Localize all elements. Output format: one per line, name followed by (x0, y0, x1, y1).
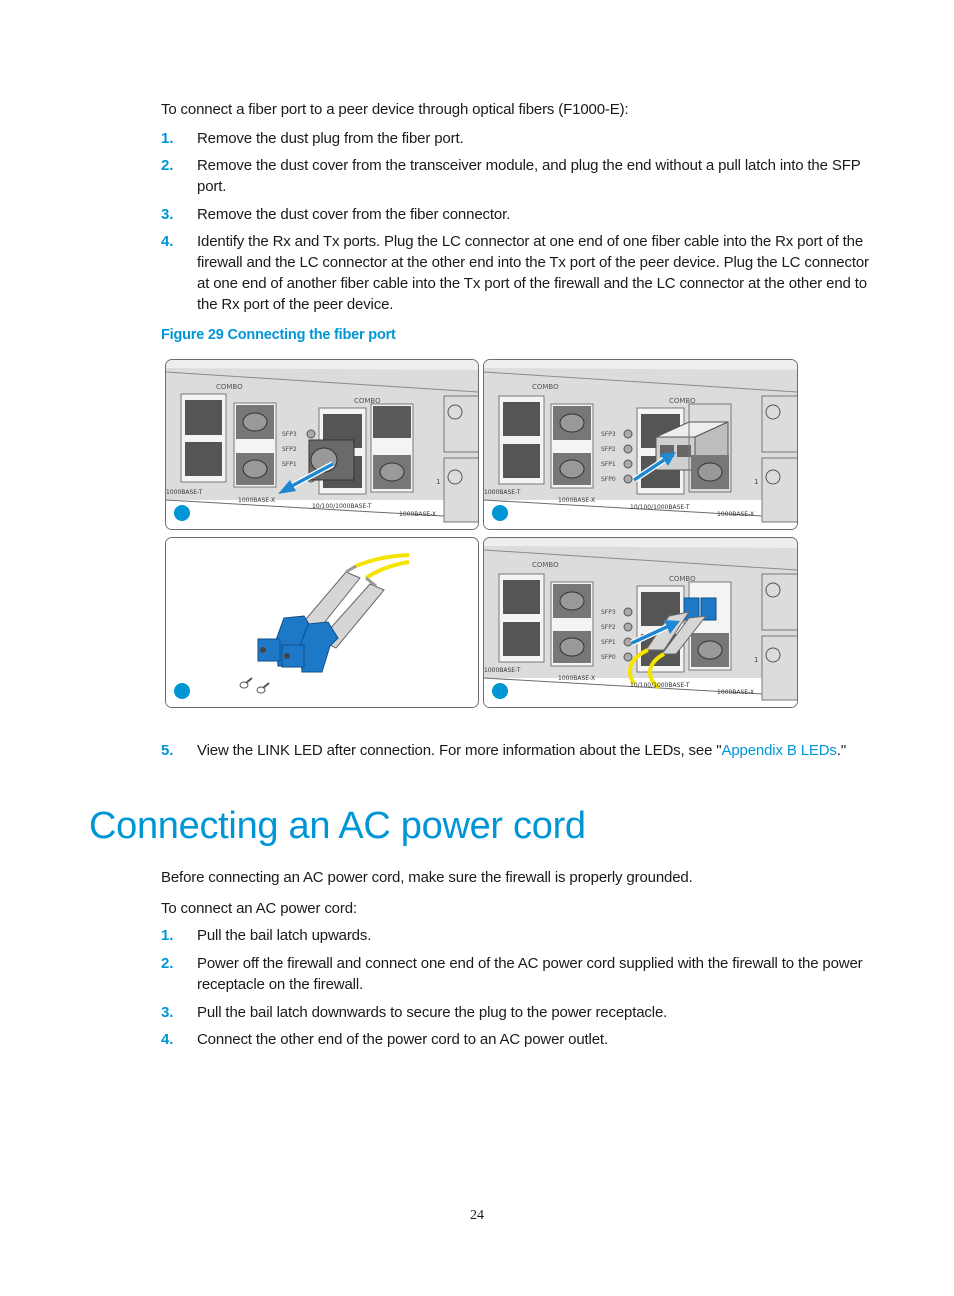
port-type-label: 1000BASE-X (717, 689, 754, 696)
step-number: 2. (161, 955, 174, 972)
step-number: 4. (161, 1031, 174, 1048)
step-text: Remove the dust cover from the transceiv… (197, 157, 861, 195)
sfp3-label: SFP3 (601, 431, 616, 438)
step-number: 2. (161, 157, 174, 174)
port-type-label: 1000BASE-T (484, 489, 521, 496)
step-text: Remove the dust cover from the fiber con… (197, 206, 511, 223)
page-number: 24 (470, 1208, 484, 1223)
combo-label: COMBO (216, 383, 243, 391)
port-type-label: 1000BASE-X (558, 497, 595, 504)
step-text-before: View the LINK LED after connection. For … (197, 742, 722, 759)
power-step-3: 3. Pull the bail latch downwards to secu… (161, 1002, 871, 1023)
step-number: 3. (161, 206, 174, 223)
step-marker (174, 683, 190, 699)
step-marker (492, 683, 508, 699)
step-text: Power off the firewall and connect one e… (197, 955, 863, 993)
step-text: View the LINK LED after connection. For … (197, 740, 871, 761)
fiber-step-4: 4. Identify the Rx and Tx ports. Plug th… (161, 231, 871, 315)
port-type-label: 10/100/1000BASE-T (630, 504, 690, 511)
device-illustration: COMBO COMBO SFP3 SFP2 SFP1 SFP0 1 1000BA… (484, 360, 797, 529)
port-type-label: 1000BASE-X (399, 511, 436, 518)
sfp0-label: SFP0 (601, 654, 616, 661)
intro-paragraph: To connect a fiber port to a peer device… (161, 101, 629, 118)
step-text: Pull the bail latch downwards to secure … (197, 1004, 668, 1021)
power-step-2: 2. Power off the firewall and connect on… (161, 953, 871, 995)
port-type-label: 1000BASE-X (717, 511, 754, 518)
port-type-label: 1000BASE-T (484, 667, 521, 674)
step-number: 4. (161, 233, 174, 250)
fiber-step-3: 3. Remove the dust cover from the fiber … (161, 204, 871, 225)
step-text: Connect the other end of the power cord … (197, 1031, 608, 1048)
combo-label: COMBO (532, 561, 559, 569)
sfp1-label: SFP1 (282, 461, 297, 468)
fiber-step-5: 5. View the LINK LED after connection. F… (161, 740, 871, 761)
figure-panel-connect-fiber: COMBO COMBO SFP3 SFP2 SFP1 SFP0 1 1000BA… (483, 537, 798, 708)
slot-number: 1 (754, 478, 758, 486)
step-marker (492, 505, 508, 521)
section-paragraph-1: Before connecting an AC power cord, make… (161, 869, 693, 886)
figure-panel-remove-dust-plug: COMBO COMBO SFP3 SFP2 SFP1 1 1000BASE-T … (165, 359, 479, 530)
step-text: Identify the Rx and Tx ports. Plug the L… (197, 233, 869, 313)
step-number: 5. (161, 742, 174, 759)
sfp2-label: SFP2 (601, 446, 616, 453)
sfp3-label: SFP3 (601, 609, 616, 616)
sfp0-label: SFP0 (601, 476, 616, 483)
power-step-4: 4. Connect the other end of the power co… (161, 1029, 871, 1050)
section-heading: Connecting an AC power cord (89, 805, 586, 847)
fiber-step-2: 2. Remove the dust cover from the transc… (161, 155, 871, 197)
step-number: 1. (161, 927, 174, 944)
combo-label: COMBO (532, 383, 559, 391)
port-type-label: 1000BASE-T (166, 489, 203, 496)
figure-panel-insert-transceiver: COMBO COMBO SFP3 SFP2 SFP1 SFP0 1 1000BA… (483, 359, 798, 530)
slot-number: 1 (436, 478, 440, 486)
port-type-label: 10/100/1000BASE-T (312, 503, 372, 510)
device-illustration: COMBO COMBO SFP3 SFP2 SFP1 SFP0 1 1000BA… (484, 538, 797, 707)
step-text-after: ." (836, 742, 846, 759)
step-number: 3. (161, 1004, 174, 1021)
figure-panel-remove-dust-cover (165, 537, 479, 708)
port-type-label: 1000BASE-X (238, 497, 275, 504)
step-marker (174, 505, 190, 521)
port-type-label: 10/100/1000BASE-T (630, 682, 690, 689)
port-type-label: 1000BASE-X (558, 675, 595, 682)
fiber-step-1: 1. Remove the dust plug from the fiber p… (161, 128, 871, 149)
appendix-b-leds-link[interactable]: Appendix B LEDs (721, 742, 836, 759)
sfp1-label: SFP1 (601, 461, 616, 468)
sfp2-label: SFP2 (601, 624, 616, 631)
sfp1-label: SFP1 (601, 639, 616, 646)
document-page: To connect a fiber port to a peer device… (0, 0, 954, 1296)
sfp3-label: SFP3 (282, 431, 297, 438)
step-text: Pull the bail latch upwards. (197, 927, 372, 944)
lc-connector-illustration (166, 538, 478, 707)
slot-number: 1 (754, 656, 758, 664)
device-illustration: COMBO COMBO SFP3 SFP2 SFP1 1 1000BASE-T … (166, 360, 478, 529)
step-number: 1. (161, 130, 174, 147)
step-text: Remove the dust plug from the fiber port… (197, 130, 464, 147)
figure-caption: Figure 29 Connecting the fiber port (161, 327, 396, 343)
sfp2-label: SFP2 (282, 446, 297, 453)
power-step-1: 1. Pull the bail latch upwards. (161, 925, 871, 946)
section-paragraph-2: To connect an AC power cord: (161, 900, 357, 917)
